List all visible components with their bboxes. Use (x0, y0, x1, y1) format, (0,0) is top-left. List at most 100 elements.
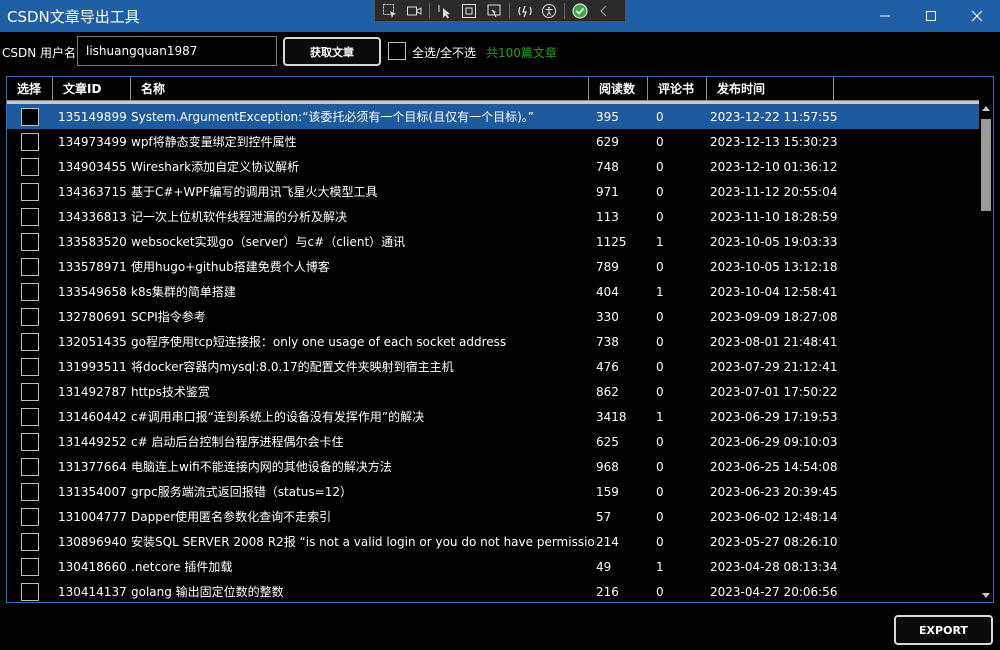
publish-date-cell: 2023-09-09 18:27:08 (710, 309, 838, 324)
comments-cell: 0 (656, 209, 664, 224)
row-checkbox[interactable] (21, 182, 39, 201)
maximize-icon[interactable] (908, 0, 954, 32)
row-checkbox[interactable] (21, 332, 39, 351)
table-row[interactable]: 134336813 记一次上位机软件线程泄漏的分析及解决 113 0 2023-11-1… (7, 204, 979, 229)
row-checkbox[interactable] (21, 532, 39, 551)
column-header-select[interactable]: 选择 (7, 77, 53, 101)
check-circle-icon[interactable] (571, 1, 589, 21)
views-cell: 214 (596, 534, 619, 549)
table-row[interactable]: 130418660 .netcore 插件加载 49 1 2023-04-28 08:1… (7, 554, 979, 579)
comments-cell: 0 (656, 459, 664, 474)
article-id-cell: 135149899 (58, 109, 127, 124)
comments-cell: 0 (656, 434, 664, 449)
row-select-cell (7, 182, 53, 201)
article-id-cell: 130414137 (58, 584, 127, 599)
column-header-id[interactable]: 文章ID (53, 77, 131, 101)
article-name-cell: c# 启动后台控制台程序进程偶尔会卡住 (131, 435, 344, 449)
table-row[interactable]: 131354007 grpc服务端流式返回报错（status=12） 159 0 202… (7, 479, 979, 504)
table-row[interactable]: 133578971 使用hugo+github搭建免费个人博客 789 0 2023-1… (7, 254, 979, 279)
row-checkbox[interactable] (21, 107, 39, 126)
row-checkbox[interactable] (21, 357, 39, 376)
publish-date-cell: 2023-10-05 19:03:33 (710, 234, 838, 249)
article-id-cell: 131492787 (58, 384, 127, 399)
adorner-icon[interactable] (460, 1, 478, 21)
publish-date-cell: 2023-04-28 08:13:34 (710, 559, 838, 574)
table-row[interactable]: 132780691 SCPI指令参考 330 0 2023-09-09 18:27:08 (7, 304, 979, 329)
table-row[interactable]: 130414137 golang 输出固定位数的整数 216 0 2023-04-27 … (7, 579, 979, 602)
row-checkbox[interactable] (21, 507, 39, 526)
table-row[interactable]: 131492787 https技术鉴赏 862 0 2023-07-01 17:50:2… (7, 379, 979, 404)
row-checkbox[interactable] (21, 407, 39, 426)
table-row[interactable]: 130896940 安装SQL SERVER 2008 R2报 “is not a… (7, 529, 979, 554)
table-row[interactable]: 135149899 System.ArgumentException:“该委托必须… (7, 104, 979, 129)
accessibility-icon[interactable] (540, 1, 558, 21)
comments-cell: 0 (656, 359, 664, 374)
hot-reload-icon[interactable] (516, 1, 534, 21)
article-name-cell: Dapper使用匿名参数化查询不走索引 (131, 510, 332, 524)
row-select-cell (7, 332, 53, 351)
views-cell: 789 (596, 259, 619, 274)
row-select-cell (7, 582, 53, 601)
table-row[interactable]: 131004777 Dapper使用匿名参数化查询不走索引 57 0 2023-06-0… (7, 504, 979, 529)
select-all-label: 全选/全不选 (412, 46, 477, 60)
pointer-icon[interactable] (436, 1, 454, 21)
column-header-comments[interactable]: 评论书 (648, 77, 707, 101)
close-icon[interactable] (954, 0, 1000, 32)
row-checkbox[interactable] (21, 232, 39, 251)
row-checkbox[interactable] (21, 382, 39, 401)
table-row[interactable]: 133549658 k8s集群的简单搭建 404 1 2023-10-04 12:58:… (7, 279, 979, 304)
table-row[interactable]: 131993511 将docker容器内mysql:8.0.17的配置文件夹映射到… (7, 354, 979, 379)
views-cell: 1125 (596, 234, 627, 249)
row-checkbox[interactable] (21, 207, 39, 226)
views-cell: 216 (596, 584, 619, 599)
fetch-articles-button[interactable]: 获取文章 (283, 37, 381, 66)
publish-date-cell: 2023-11-12 20:55:04 (710, 184, 838, 199)
publish-date-cell: 2023-10-05 13:12:18 (710, 259, 838, 274)
vertical-scrollbar[interactable] (979, 101, 993, 602)
row-checkbox[interactable] (21, 282, 39, 301)
row-checkbox[interactable] (21, 257, 39, 276)
table-row[interactable]: 131449252 c# 启动后台控制台程序进程偶尔会卡住 625 0 2023-06-… (7, 429, 979, 454)
views-cell: 3418 (596, 409, 627, 424)
row-checkbox[interactable] (21, 157, 39, 176)
article-id-cell: 130418660 (58, 559, 127, 574)
row-checkbox[interactable] (21, 457, 39, 476)
scrollbar-thumb[interactable] (981, 119, 991, 211)
layout-icon[interactable] (485, 1, 503, 21)
table-row[interactable]: 131377664 电脑连上wifi不能连接内网的其他设备的解决方法 968 0 202… (7, 454, 979, 479)
row-checkbox[interactable] (21, 132, 39, 151)
column-header-views[interactable]: 阅读数 (589, 77, 648, 101)
table-row[interactable]: 134363715 基于C#+WPF编写的调用讯飞星火大模型工具 971 0 2023-… (7, 179, 979, 204)
collapse-chevron-icon[interactable] (595, 1, 613, 21)
views-cell: 476 (596, 359, 619, 374)
export-button[interactable]: EXPORT (894, 615, 993, 645)
row-select-cell (7, 282, 53, 301)
row-checkbox[interactable] (21, 582, 39, 601)
select-element-icon[interactable] (381, 1, 399, 21)
article-name-cell: c#调用串口报“连到系统上的设备没有发挥作用”的解决 (131, 410, 425, 424)
row-select-cell (7, 482, 53, 501)
publish-date-cell: 2023-06-25 14:54:08 (710, 459, 838, 474)
video-icon[interactable] (405, 1, 423, 21)
table-row[interactable]: 134903455 Wireshark添加自定义协议解析 748 0 2023-12-1… (7, 154, 979, 179)
views-cell: 49 (596, 559, 612, 574)
publish-date-cell: 2023-10-04 12:58:41 (710, 284, 838, 299)
column-header-name[interactable]: 名称 (131, 77, 589, 101)
username-input[interactable] (77, 36, 277, 66)
scroll-down-icon[interactable] (981, 591, 991, 601)
scroll-up-icon[interactable] (981, 103, 991, 113)
column-header-date[interactable]: 发布时间 (707, 77, 834, 101)
select-all-checkbox[interactable] (388, 42, 406, 60)
article-id-cell: 131354007 (58, 484, 127, 499)
table-row[interactable]: 134973499 wpf将静态变量绑定到控件属性 629 0 2023-12-13 1… (7, 129, 979, 154)
table-row[interactable]: 132051435 go程序使用tcp短连接报：only one usage of… (7, 329, 979, 354)
article-name-cell: 基于C#+WPF编写的调用讯飞星火大模型工具 (131, 185, 378, 199)
table-row[interactable]: 131460442 c#调用串口报“连到系统上的设备没有发挥作用”的解决 3418 1… (7, 404, 979, 429)
table-row[interactable]: 133583520 websocket实现go（server）与c#（client… (7, 229, 979, 254)
row-checkbox[interactable] (21, 432, 39, 451)
column-header-filler (834, 77, 979, 101)
row-checkbox[interactable] (21, 307, 39, 326)
row-checkbox[interactable] (21, 482, 39, 501)
minimize-icon[interactable] (862, 0, 908, 32)
row-checkbox[interactable] (21, 557, 39, 576)
